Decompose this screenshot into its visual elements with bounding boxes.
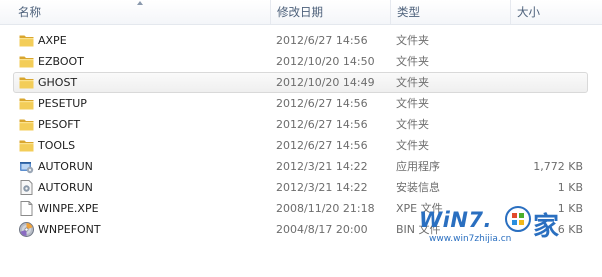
file-row[interactable]: AXPE 2012/6/27 14:56 文件夹 (13, 30, 588, 51)
column-header-bar: 名称 修改日期 类型 大小 (0, 0, 602, 25)
file-modified-date: 2012/6/27 14:56 (276, 139, 368, 152)
column-header-date[interactable]: 修改日期 (270, 0, 390, 24)
file-type: 文件夹 (396, 139, 429, 152)
file-row[interactable]: GHOST 2012/10/20 14:49 文件夹 (13, 72, 588, 93)
file-type: 文件夹 (396, 34, 429, 47)
file-row[interactable]: PESETUP 2012/6/27 14:56 文件夹 (13, 93, 588, 114)
folder-icon (18, 116, 35, 133)
windows-logo-icon (505, 206, 531, 232)
file-row[interactable]: AUTORUN 2012/3/21 14:22 安装信息 1 KB (13, 177, 588, 198)
watermark-brand: WiN7. (419, 208, 493, 232)
folder-icon (18, 95, 35, 112)
file-name: WNPEFONT (38, 223, 101, 236)
file-modified-date: 2008/11/20 21:18 (276, 202, 375, 215)
file-size: 1,772 KB (533, 160, 583, 173)
file-type: 文件夹 (396, 76, 429, 89)
file-name: WINPE.XPE (38, 202, 99, 215)
folder-icon (18, 32, 35, 49)
file-modified-date: 2012/3/21 14:22 (276, 181, 368, 194)
file-row[interactable]: AUTORUN 2012/3/21 14:22 应用程序 1,772 KB (13, 156, 588, 177)
file-name: TOOLS (38, 139, 76, 152)
disc-icon (18, 221, 35, 238)
file-modified-date: 2012/6/27 14:56 (276, 97, 368, 110)
file-name: PESOFT (38, 118, 81, 131)
sort-up-icon (137, 1, 143, 5)
file-type: 应用程序 (396, 160, 440, 173)
file-type: 文件夹 (396, 55, 429, 68)
column-header-size[interactable]: 大小 (510, 0, 602, 24)
file-row[interactable]: TOOLS 2012/6/27 14:56 文件夹 (13, 135, 588, 156)
folder-icon (18, 53, 35, 70)
folder-icon (18, 137, 35, 154)
file-icon (18, 200, 35, 217)
file-name: AXPE (38, 34, 67, 47)
file-modified-date: 2012/10/20 14:50 (276, 55, 375, 68)
watermark: WiN7. 家 www.win7zhijia.cn (405, 196, 595, 266)
file-row[interactable]: EZBOOT 2012/10/20 14:50 文件夹 (13, 51, 588, 72)
folder-icon (18, 74, 35, 91)
file-modified-date: 2012/3/21 14:22 (276, 160, 368, 173)
column-header-type[interactable]: 类型 (390, 0, 510, 24)
file-name: EZBOOT (38, 55, 84, 68)
file-modified-date: 2004/8/17 20:00 (276, 223, 368, 236)
file-row[interactable]: PESOFT 2012/6/27 14:56 文件夹 (13, 114, 588, 135)
file-name: AUTORUN (38, 160, 93, 173)
file-type: 文件夹 (396, 118, 429, 131)
file-modified-date: 2012/10/20 14:49 (276, 76, 375, 89)
file-size: 1 KB (557, 181, 583, 194)
file-name: PESETUP (38, 97, 87, 110)
file-type: 文件夹 (396, 97, 429, 110)
file-modified-date: 2012/6/27 14:56 (276, 118, 368, 131)
application-icon (18, 158, 35, 175)
watermark-home-glyph: 家 (533, 212, 560, 242)
watermark-url: www.win7zhijia.cn (429, 234, 512, 244)
file-modified-date: 2012/6/27 14:56 (276, 34, 368, 47)
file-type: 安装信息 (396, 181, 440, 194)
file-name: AUTORUN (38, 181, 93, 194)
setup-info-icon (18, 179, 35, 196)
file-name: GHOST (38, 76, 78, 89)
